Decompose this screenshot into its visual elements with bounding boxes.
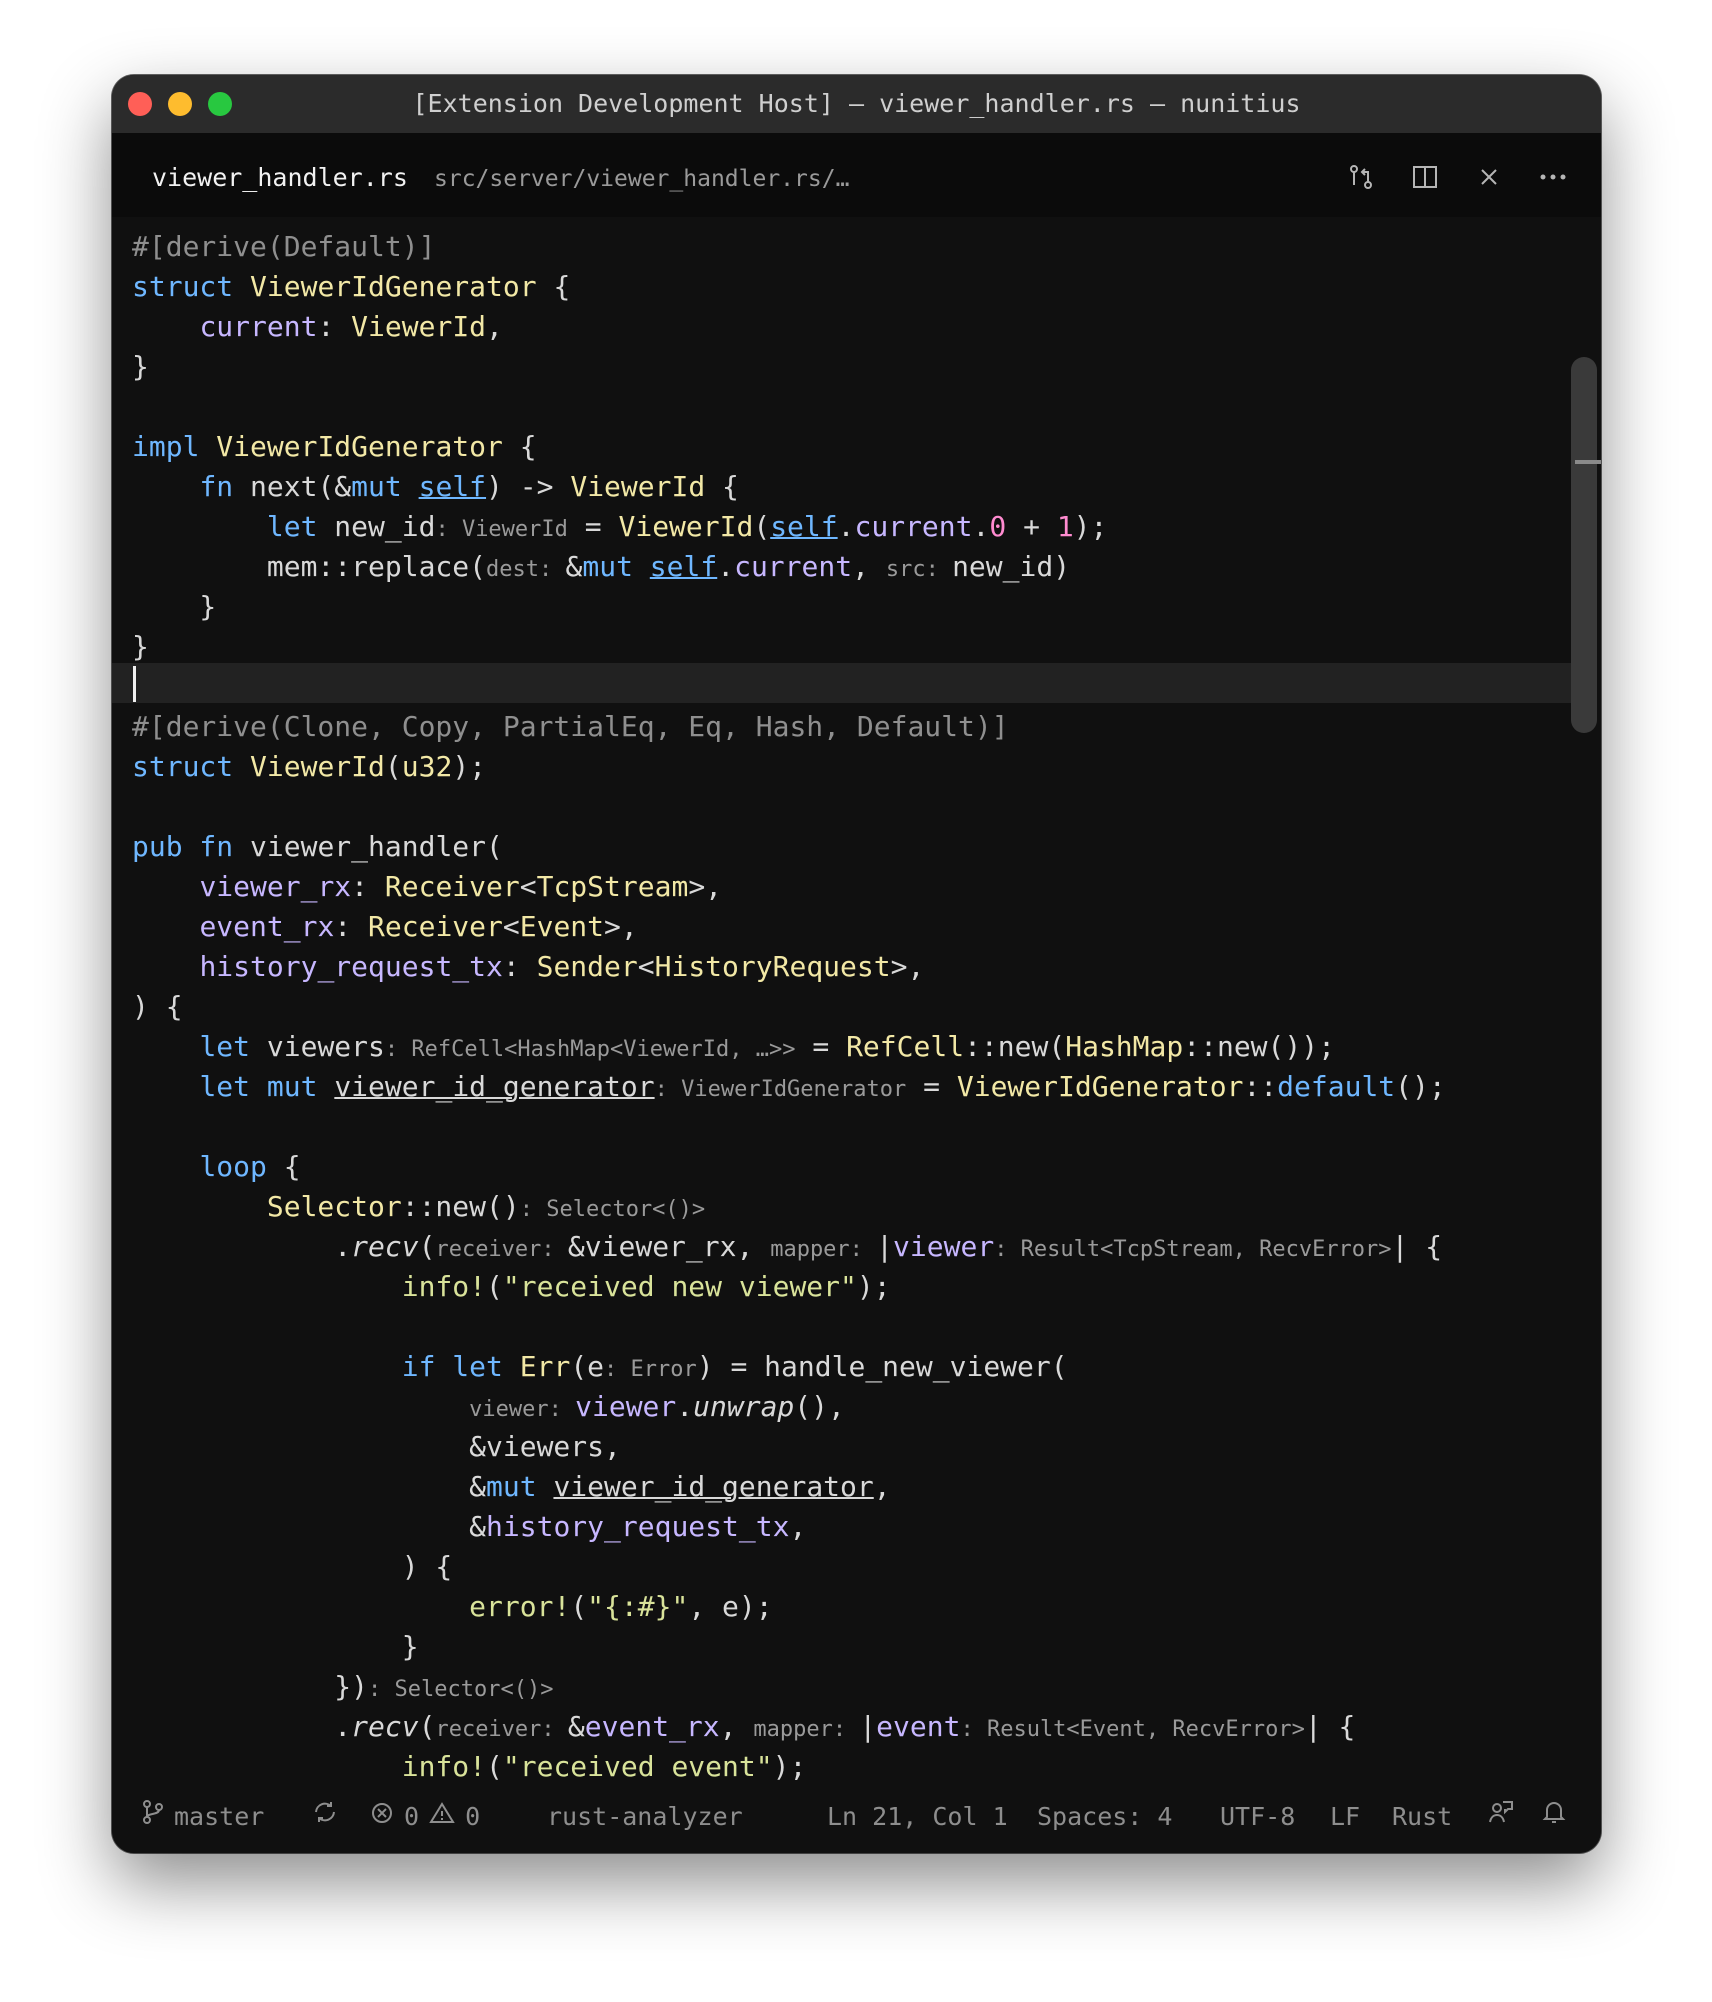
editor-tab-bar: viewer_handler.rs src/server/viewer_hand… (112, 133, 1601, 217)
source-control-icon[interactable] (1341, 157, 1381, 197)
code-line: &history_request_tx, (132, 1510, 807, 1543)
code-line: let viewers: RefCell<HashMap<ViewerId, …… (199, 1030, 1335, 1063)
problems-indicator[interactable]: 0 0 (370, 1780, 480, 1853)
code-line: ) { (132, 1550, 453, 1583)
code-line: struct ViewerId(u32); (132, 750, 487, 783)
status-bar: master 0 0 rust-analyzer Ln 21, Col 1 Sp… (112, 1780, 1601, 1853)
code-line: #[derive(Clone, Copy, PartialEq, Eq, Has… (132, 710, 1009, 743)
code-line: current: ViewerId, (199, 310, 503, 343)
eol-setting[interactable]: LF (1330, 1780, 1360, 1853)
code-editor[interactable]: #[derive(Default)] struct ViewerIdGenera… (112, 217, 1601, 1780)
current-line-highlight (112, 663, 1572, 703)
branch-indicator[interactable]: master (142, 1780, 264, 1853)
code-line: if let Err(e: Error) = handle_new_viewer… (401, 1350, 1068, 1383)
code-line: impl ViewerIdGenerator { (132, 430, 537, 463)
code-line: error!("{:#}", e); (469, 1590, 773, 1623)
code-token: ViewerIdGenerator (216, 430, 503, 463)
error-count: 0 (404, 1802, 420, 1831)
branch-icon (142, 1780, 164, 1853)
close-icon[interactable] (1469, 157, 1509, 197)
code-line: } (132, 590, 217, 623)
warning-icon (429, 1780, 455, 1853)
zoom-window-button[interactable] (208, 92, 232, 116)
split-editor-icon[interactable] (1405, 157, 1445, 197)
code-line: } (132, 630, 149, 663)
code-line: viewer: viewer.unwrap(), (469, 1390, 845, 1423)
code-line: loop { (199, 1150, 301, 1183)
notifications-button[interactable] (1542, 1780, 1566, 1853)
text-cursor (133, 666, 136, 702)
more-icon[interactable] (1533, 157, 1573, 197)
window-title: [Extension Development Host] – viewer_ha… (412, 89, 1301, 118)
feedback-button[interactable] (1487, 1780, 1515, 1853)
sync-icon (312, 1780, 338, 1853)
language-mode[interactable]: Rust (1392, 1780, 1452, 1853)
code-line: &mut viewer_id_generator, (132, 1470, 891, 1503)
code-line: #[derive(Default)] (132, 230, 436, 263)
minimize-window-button[interactable] (168, 92, 192, 116)
title-bar: [Extension Development Host] – viewer_ha… (112, 75, 1601, 133)
code-line: history_request_tx: Sender<HistoryReques… (199, 950, 925, 983)
scrollbar-thumb[interactable] (1571, 357, 1597, 733)
bell-icon (1542, 1780, 1566, 1853)
code-token: impl (132, 430, 200, 463)
close-window-button[interactable] (128, 92, 152, 116)
code-line: event_rx: Receiver<Event>, (199, 910, 638, 943)
code-line: &viewers, (132, 1430, 621, 1463)
cursor-position[interactable]: Ln 21, Col 1 (827, 1780, 1008, 1853)
scrollbar-cursor-marker (1575, 460, 1601, 464)
code-line: let mut viewer_id_generator: ViewerIdGen… (199, 1070, 1446, 1103)
tab-filename[interactable]: viewer_handler.rs (152, 163, 408, 192)
code-line: fn next(&mut self) -> ViewerId { (199, 470, 739, 503)
warning-count: 0 (465, 1802, 481, 1831)
tab-actions (1341, 157, 1573, 197)
code-line: let new_id: ViewerId = ViewerId(self.cur… (266, 510, 1108, 543)
code-line: pub fn viewer_handler( (132, 830, 503, 863)
encoding-setting[interactable]: UTF-8 (1220, 1780, 1295, 1853)
indentation-setting[interactable]: Spaces: 4 (1037, 1780, 1172, 1853)
editor-window: [Extension Development Host] – viewer_ha… (112, 75, 1601, 1853)
code-line: info!("received event"); (401, 1750, 807, 1780)
error-icon (370, 1780, 394, 1853)
tab-path: src/server/viewer_handler.rs/… (434, 166, 850, 192)
code-line: .recv(receiver: &event_rx, mapper: |even… (132, 1710, 1356, 1743)
code-line: .recv(receiver: &viewer_rx, mapper: |vie… (132, 1230, 1443, 1263)
sync-button[interactable] (312, 1780, 338, 1853)
code-line: struct ViewerIdGenerator { (132, 270, 571, 303)
code-line: mem::replace(dest: &mut self.current, sr… (132, 550, 1071, 583)
branch-name: master (174, 1802, 265, 1831)
code-line: info!("received new viewer"); (401, 1270, 891, 1303)
code-line: viewer_rx: Receiver<TcpStream>, (199, 870, 723, 903)
code-line: } (132, 350, 149, 383)
language-server-status[interactable]: rust-analyzer (547, 1780, 743, 1853)
code-line: Selector::new(): Selector<()> (266, 1190, 706, 1223)
code-line: ) { (132, 990, 183, 1023)
feedback-icon (1487, 1780, 1515, 1853)
code-line: } (132, 1630, 419, 1663)
editor-scrollbar[interactable] (1571, 217, 1601, 1780)
code-line: }): Selector<()> (132, 1670, 554, 1703)
